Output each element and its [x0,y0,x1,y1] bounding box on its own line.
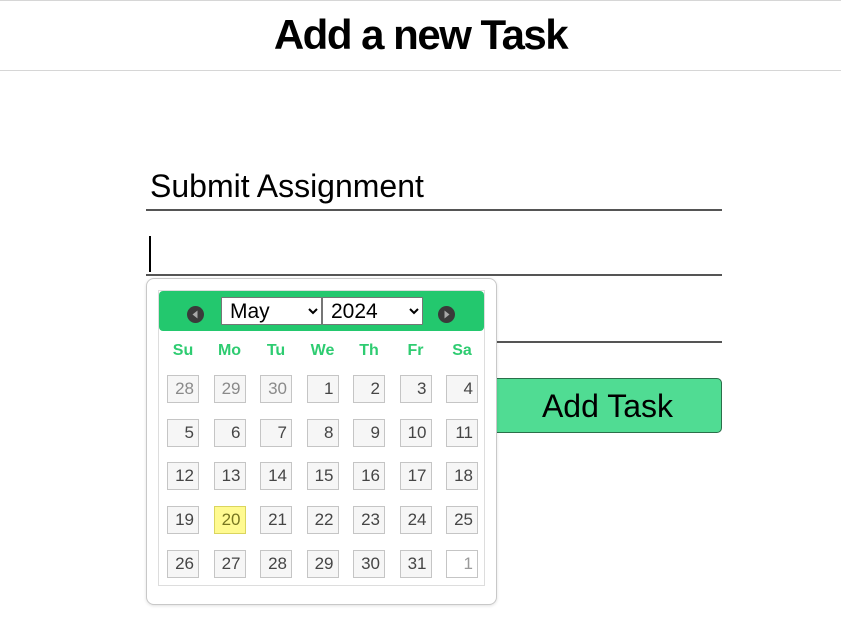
calendar-day[interactable]: 25 [446,506,478,535]
weekday-label: We [310,342,335,359]
calendar-day[interactable]: 29 [213,375,246,403]
task-title-value: Submit Assignment [150,168,424,204]
weekday-label: Mo [217,342,242,359]
calendar-day[interactable]: 8 [306,418,339,447]
prev-month-icon[interactable] [187,306,204,323]
datepicker-popup: JanuaryFebruaryMarchAprilMayJuneJulyAugu… [146,278,497,605]
calendar-day[interactable]: 11 [446,418,478,447]
calendar-day[interactable]: 1 [446,549,478,578]
add-task-button[interactable]: Add Task [480,378,722,433]
calendar-day[interactable]: 15 [306,462,339,491]
calendar-day[interactable]: 28 [167,375,199,403]
weekday-label: Fr [407,342,424,359]
page-title: Add a new Task [273,10,569,58]
calendar-day[interactable]: 29 [306,549,339,578]
calendar-day[interactable]: 21 [260,506,292,535]
calendar-day[interactable]: 20 [213,506,246,535]
calendar-day[interactable]: 4 [446,375,478,403]
datepicker-header: JanuaryFebruaryMarchAprilMayJuneJulyAugu… [159,291,484,331]
calendar-day[interactable]: 18 [446,462,478,491]
weekday-label: Su [172,342,194,359]
text-caret [149,236,151,272]
calendar-day[interactable]: 3 [399,375,432,403]
calendar-day[interactable]: 1 [306,375,339,403]
calendar-day[interactable]: 22 [306,506,339,535]
datepicker-calendar: JanuaryFebruaryMarchAprilMayJuneJulyAugu… [158,290,485,586]
task-date-input[interactable] [146,228,722,276]
page-header: Add a new Task [0,0,841,71]
calendar-day[interactable]: 19 [167,506,199,535]
calendar-day[interactable]: 12 [167,462,199,491]
month-select[interactable]: JanuaryFebruaryMarchAprilMayJuneJulyAugu… [221,297,322,325]
calendar-day[interactable]: 26 [167,549,199,578]
calendar-day[interactable]: 30 [260,375,292,403]
weekday-label: Th [359,342,379,359]
calendar-day[interactable]: 2 [353,375,385,403]
calendar-day[interactable]: 9 [353,418,385,447]
calendar-day[interactable]: 7 [260,418,292,447]
calendar-day[interactable]: 5 [167,418,199,447]
add-task-button-label: Add Task [541,388,673,424]
calendar-day[interactable]: 6 [213,418,246,447]
calendar-day[interactable]: 31 [399,549,432,578]
next-month-icon[interactable] [438,306,455,323]
year-select[interactable]: 2024 [322,297,423,325]
calendar-day[interactable]: 16 [353,462,385,491]
task-title-field[interactable]: Submit Assignment [146,162,722,211]
calendar-day[interactable]: 17 [399,462,432,491]
calendar-day[interactable]: 10 [399,418,432,447]
calendar-day[interactable]: 27 [213,549,246,578]
weekday-label: Sa [452,342,472,359]
calendar-day[interactable]: 28 [260,549,292,578]
weekday-label: Tu [266,342,286,359]
calendar-day[interactable]: 23 [353,506,385,535]
calendar-day[interactable]: 14 [260,462,292,491]
calendar-day[interactable]: 24 [399,506,432,535]
calendar-day[interactable]: 30 [353,549,385,578]
calendar-day[interactable]: 13 [213,462,246,491]
